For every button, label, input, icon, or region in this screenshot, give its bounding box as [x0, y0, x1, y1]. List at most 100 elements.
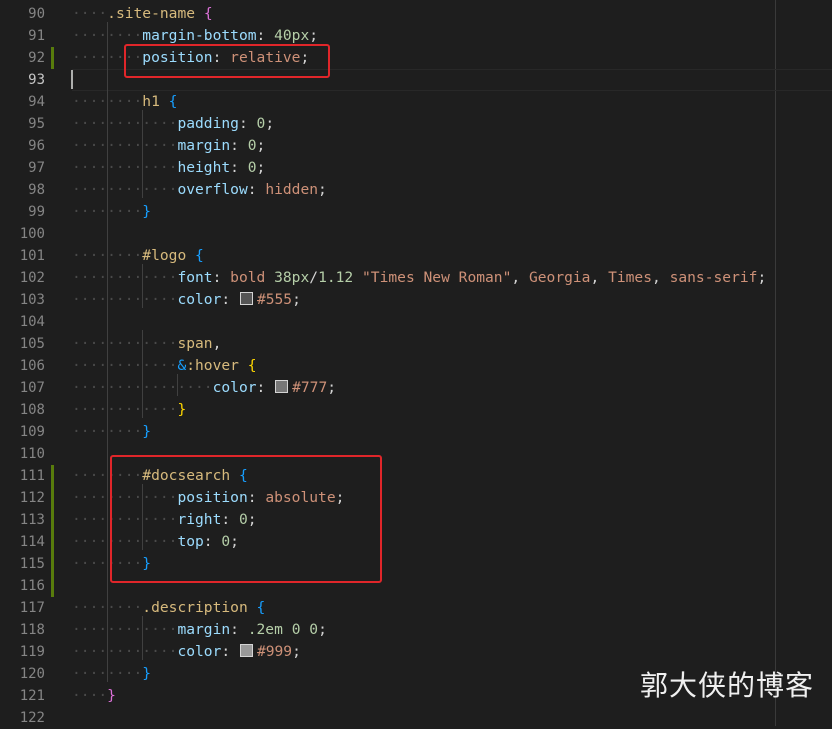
line-number: 120	[19, 666, 45, 682]
whitespace-marker: ········	[72, 423, 143, 440]
color-swatch[interactable]	[239, 644, 253, 657]
code-line[interactable]: 107 ················color: #777;	[0, 377, 832, 399]
code-text: ············color: #555;	[72, 289, 301, 311]
code-line[interactable]: 103 ············color: #555;	[0, 289, 832, 311]
whitespace-marker: ····	[72, 5, 108, 22]
code-token: }	[142, 665, 152, 682]
whitespace-marker: ············	[72, 621, 178, 638]
code-text: ············height: 0;	[72, 157, 265, 179]
code-token: margin-bottom	[142, 27, 257, 44]
code-line[interactable]: 97 ············height: 0;	[0, 157, 832, 179]
line-number: 116	[19, 578, 45, 594]
whitespace-marker: ············	[72, 137, 178, 154]
code-token: :	[256, 27, 275, 44]
code-text: ····}	[72, 685, 116, 707]
code-token: #999	[256, 643, 293, 660]
line-number: 100	[19, 226, 45, 242]
code-line[interactable]: 100	[0, 223, 832, 245]
code-line[interactable]: 106 ············&:hover {	[0, 355, 832, 377]
code-token: {	[168, 93, 178, 110]
modified-line-indicator	[51, 47, 54, 69]
code-token: ;	[318, 621, 327, 638]
code-token: ,	[652, 269, 670, 286]
line-number: 91	[28, 28, 45, 44]
modified-line-indicator	[51, 575, 54, 597]
code-token: overflow	[177, 181, 248, 198]
code-line[interactable]: 94 ········h1 {	[0, 91, 832, 113]
code-line[interactable]: 102 ············font: bold 38px/1.12 "Tim…	[0, 267, 832, 289]
modified-line-indicator	[51, 509, 54, 531]
code-line[interactable]: 109 ········}	[0, 421, 832, 443]
code-line[interactable]: 98 ············overflow: hidden;	[0, 179, 832, 201]
code-text: ········h1 {	[72, 91, 177, 113]
code-text: ········}	[72, 421, 151, 443]
code-line[interactable]: 96 ············margin: 0;	[0, 135, 832, 157]
highlight-box-docsearch-block	[110, 455, 382, 583]
code-text: ············font: bold 38px/1.12 "Times …	[72, 267, 766, 289]
code-token: ;	[292, 291, 301, 308]
code-line[interactable]: 90 ····.site-name {	[0, 3, 832, 25]
code-text: ········.description {	[72, 597, 265, 619]
code-token: height	[177, 159, 231, 176]
line-number: 92	[28, 50, 45, 66]
whitespace-marker: ················	[72, 379, 213, 396]
code-editor[interactable]: 90 ····.site-name { 91 ········ margin-botto…	[0, 0, 832, 726]
code-line[interactable]: 101 ········#logo {	[0, 245, 832, 267]
code-line[interactable]: 118 ············margin: .2em 0 0;	[0, 619, 832, 641]
code-line[interactable]: 117 ········.description {	[0, 597, 832, 619]
code-text: ············margin: 0;	[72, 135, 265, 157]
line-number: 93	[28, 72, 45, 88]
code-text: ············color: #999;	[72, 641, 301, 663]
code-token: sans-serif	[669, 269, 758, 286]
line-number: 105	[19, 336, 45, 352]
color-swatch[interactable]	[239, 292, 253, 305]
code-text: ············span,	[72, 333, 221, 355]
code-token: :	[230, 621, 248, 638]
code-token: padding	[177, 115, 239, 132]
code-token: :	[221, 291, 239, 308]
whitespace-marker: ········	[72, 93, 143, 110]
code-token: 1.12	[318, 269, 354, 286]
code-token: Times	[608, 269, 652, 286]
whitespace-marker: ········	[72, 599, 143, 616]
code-token: :	[238, 115, 257, 132]
code-token: 0	[247, 137, 257, 154]
whitespace-marker: ············	[72, 643, 178, 660]
code-token: /	[309, 269, 319, 286]
code-token: }	[142, 203, 152, 220]
whitespace-marker: ············	[72, 291, 178, 308]
line-number: 121	[19, 688, 45, 704]
line-number: 101	[19, 248, 45, 264]
code-line[interactable]: 108 ············}	[0, 399, 832, 421]
code-token: .2em	[247, 621, 283, 638]
code-token: .site-name	[107, 5, 196, 22]
code-token: ,	[511, 269, 529, 286]
line-number: 106	[19, 358, 45, 374]
code-token: }	[177, 401, 187, 418]
text-cursor	[71, 70, 73, 89]
color-swatch[interactable]	[275, 380, 289, 393]
whitespace-marker: ············	[72, 115, 178, 132]
modified-line-indicator	[51, 465, 54, 487]
code-token: hidden	[265, 181, 319, 198]
code-line[interactable]: 105 ············span,	[0, 333, 832, 355]
code-line[interactable]: 99 ········}	[0, 201, 832, 223]
whitespace-marker: ············	[72, 159, 178, 176]
code-text: ············}	[72, 399, 186, 421]
line-number: 99	[28, 204, 45, 220]
code-token: ;	[256, 137, 266, 154]
code-token: :	[230, 137, 248, 154]
line-number: 102	[19, 270, 45, 286]
code-token: margin	[177, 621, 231, 638]
code-line[interactable]: 104	[0, 311, 832, 333]
modified-line-indicator	[51, 487, 54, 509]
code-line[interactable]: 119 ············color: #999;	[0, 641, 832, 663]
code-line[interactable]: 95 ············padding: 0;	[0, 113, 832, 135]
code-token: span	[177, 335, 213, 352]
code-token: 40px	[274, 27, 310, 44]
